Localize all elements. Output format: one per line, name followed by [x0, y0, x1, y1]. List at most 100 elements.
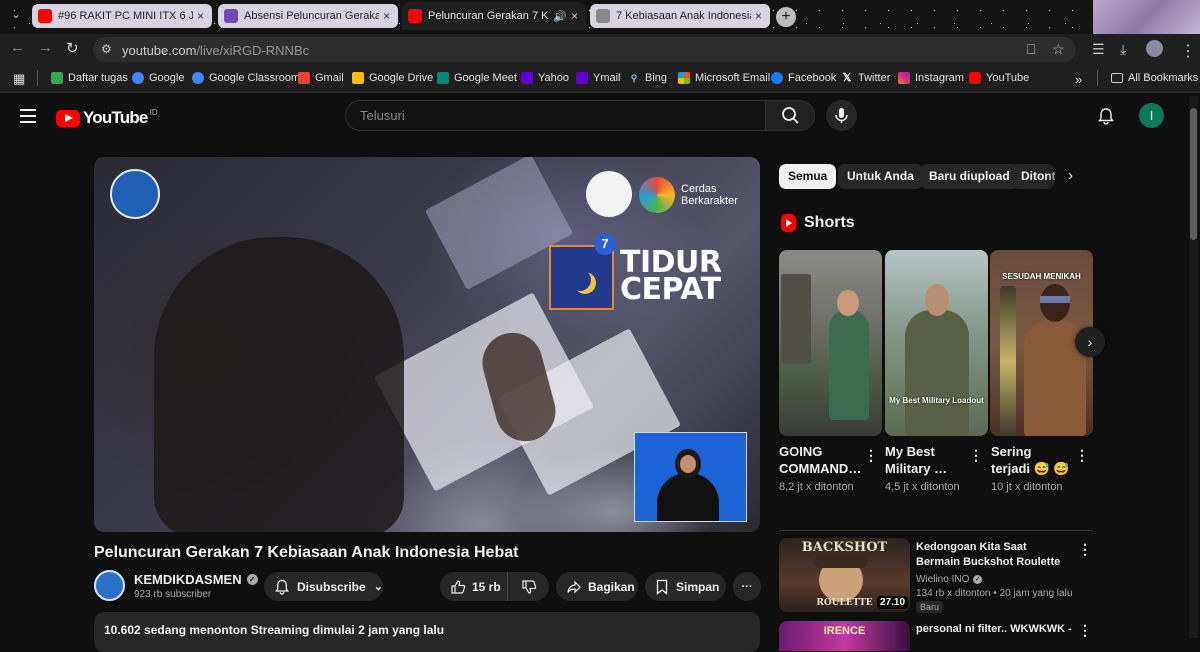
bookmark-yahoo[interactable]: Yahoo: [521, 72, 569, 84]
habit-title: TIDUR CEPAT: [620, 245, 722, 307]
bookmark-google[interactable]: Google: [132, 72, 184, 84]
short-menu-icon[interactable]: ⋮: [864, 447, 878, 464]
divider: [1097, 70, 1098, 86]
google-icon: [132, 72, 144, 84]
video-title: Peluncuran Gerakan 7 Kebiasaan Anak Indo…: [94, 544, 519, 561]
folder-icon: [1111, 73, 1123, 83]
url-text[interactable]: youtube.com/live/xiRGD-RNNBc: [122, 43, 309, 58]
meet-icon: [437, 72, 449, 84]
new-tab-button[interactable]: +: [776, 7, 796, 27]
media-control-icon[interactable]: ☰: [1092, 41, 1105, 58]
bookmark-youtube[interactable]: YouTube: [969, 72, 1029, 84]
short-thumbnail[interactable]: [779, 250, 882, 436]
short-thumbnail[interactable]: My Best Military Loadout: [885, 250, 988, 436]
site-info-icon[interactable]: ⚙: [101, 42, 112, 56]
bookmark-microsoft-email[interactable]: Microsoft Email: [678, 72, 770, 84]
soldier-shape: [905, 310, 969, 436]
search-input[interactable]: Telusuri: [345, 100, 765, 131]
short-menu-icon[interactable]: ⋮: [969, 447, 983, 464]
bookmark-google-drive[interactable]: Google Drive: [352, 72, 433, 84]
new-badge: Baru: [916, 601, 944, 613]
bookmark-google-meet[interactable]: Google Meet: [437, 72, 517, 84]
close-tab-icon[interactable]: ×: [383, 9, 390, 23]
tab-rakit-pc[interactable]: #96 RAKIT PC MINI ITX 6 JUTA ×: [32, 4, 212, 28]
save-button[interactable]: Simpan: [645, 572, 726, 601]
short-menu-icon[interactable]: ⋮: [1075, 447, 1089, 464]
install-app-icon[interactable]: ⎕: [1027, 41, 1035, 58]
bookmark-ymail[interactable]: Ymail: [576, 72, 621, 84]
bell-icon: [275, 579, 289, 595]
short-title[interactable]: GOING COMMAND…: [779, 443, 861, 477]
video-channel[interactable]: Wielino INO ✓: [916, 574, 983, 585]
video-menu-icon[interactable]: ⋮: [1078, 541, 1092, 558]
channel-avatar[interactable]: [94, 570, 125, 601]
reload-icon[interactable]: ↻: [66, 39, 79, 57]
video-menu-icon[interactable]: ⋮: [1078, 622, 1092, 639]
video-player[interactable]: Cerdas Berkarakter 7 TIDUR CEPAT: [94, 157, 760, 532]
gmail-icon: [298, 72, 310, 84]
close-tab-icon[interactable]: ×: [755, 9, 762, 23]
chevron-right-icon[interactable]: ›: [1068, 167, 1073, 184]
more-bookmarks-icon[interactable]: »: [1075, 72, 1082, 87]
back-icon[interactable]: ←: [10, 39, 25, 56]
scrollbar-thumb[interactable]: [1190, 108, 1197, 240]
launcher-shape: [781, 274, 811, 364]
youtube-logo[interactable]: YouTube ID: [56, 108, 158, 128]
bookmark-star-icon[interactable]: ☆: [1052, 41, 1065, 58]
bookmark-twitter[interactable]: 𝕏 Twitter: [841, 72, 891, 84]
character-hat: [814, 554, 868, 568]
tab-7-kebiasaan[interactable]: 7 Kebiasaan Anak Indonesia He ×: [590, 4, 770, 28]
tut-wuri-handayani-logo: [110, 169, 160, 219]
chip-untuk-anda[interactable]: Untuk Anda: [838, 164, 923, 189]
gerakan-logo: [586, 171, 632, 217]
notifications-button[interactable]: [1097, 107, 1115, 130]
speaker-icon[interactable]: 🔊: [553, 10, 567, 23]
video-thumbnail[interactable]: IRENCE: [779, 621, 910, 651]
tab-peluncuran-active[interactable]: Peluncuran Gerakan 7 Kebi 🔊 ×: [402, 2, 586, 30]
all-bookmarks-button[interactable]: All Bookmarks: [1111, 72, 1198, 84]
forms-favicon-icon: [224, 9, 238, 23]
dislike-button[interactable]: [508, 572, 549, 601]
channel-name[interactable]: KEMDIKDASMEN ✓: [134, 572, 258, 587]
browser-menu-icon[interactable]: ⋮: [1180, 41, 1196, 61]
bookmark-daftar-tugas[interactable]: Daftar tugas: [51, 72, 128, 84]
like-button[interactable]: 15 rb: [440, 572, 508, 601]
bookmark-bing[interactable]: ⚲ Bing: [628, 72, 667, 84]
google-icon: [192, 72, 204, 84]
description-meta: 10.602 sedang menonton Streaming dimulai…: [104, 623, 445, 637]
short-title[interactable]: Sering terjadi 😅 😅: [991, 443, 1071, 477]
forward-icon[interactable]: →: [38, 39, 53, 56]
bookmark-gmail[interactable]: Gmail: [298, 72, 344, 84]
bookmark-instagram[interactable]: Instagram: [898, 72, 964, 84]
bookmark-icon: [656, 579, 668, 595]
short-title[interactable]: My Best Military …: [885, 443, 965, 477]
more-actions-button[interactable]: ···: [733, 572, 761, 601]
chip-semua[interactable]: Semua: [779, 164, 837, 189]
search-button[interactable]: [765, 100, 815, 131]
shorts-next-button[interactable]: ›: [1075, 327, 1105, 357]
instagram-icon: [898, 72, 910, 84]
profile-icon[interactable]: [1146, 40, 1163, 57]
bookmark-google-classroom[interactable]: Google Classroom: [192, 72, 300, 84]
tab-search-chevron-icon[interactable]: ⌄: [8, 8, 24, 24]
short-views: 4,5 jt x ditonton: [885, 481, 960, 493]
share-icon: [567, 580, 581, 593]
video-title[interactable]: personal ni filter.. WKWKWK -: [916, 623, 1072, 635]
short-overlay-text: My Best Military Loadout: [889, 396, 984, 405]
ymail-icon: [576, 72, 588, 84]
account-avatar[interactable]: I: [1139, 103, 1164, 128]
apps-grid-icon[interactable]: ▦: [13, 71, 25, 87]
subscribe-button[interactable]: Disubscribe ⌄: [264, 572, 383, 601]
guide-menu-icon[interactable]: [20, 109, 36, 127]
close-tab-icon[interactable]: ×: [197, 9, 204, 23]
close-tab-icon[interactable]: ×: [571, 9, 578, 23]
share-button[interactable]: Bagikan: [556, 572, 638, 601]
shorts-icon: [781, 214, 796, 232]
video-title[interactable]: Kedongoan Kita Saat Bermain Buckshot Rou…: [916, 540, 1066, 570]
soldier-head: [925, 284, 949, 316]
chip-baru-diupload[interactable]: Baru diupload: [920, 164, 1019, 189]
tab-absensi[interactable]: Absensi Peluncuran Gerakan 7 K ×: [218, 4, 398, 28]
voice-search-button[interactable]: [826, 100, 857, 131]
download-icon[interactable]: ⤓: [1120, 41, 1126, 58]
bookmark-facebook[interactable]: Facebook: [771, 72, 836, 84]
